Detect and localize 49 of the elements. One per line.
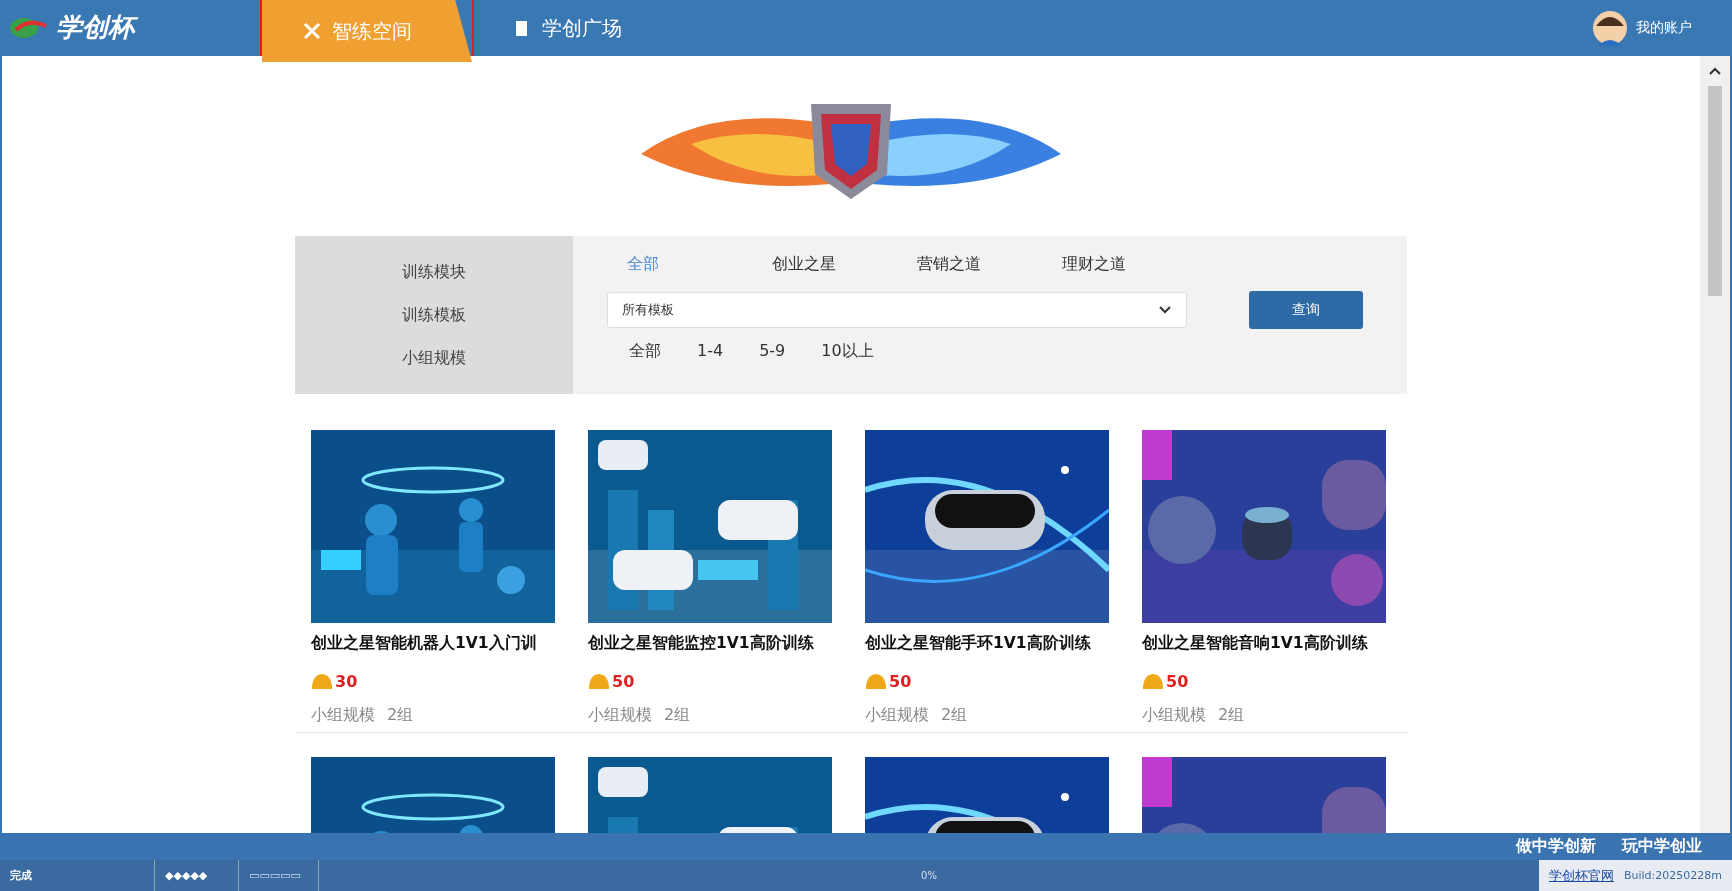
build-text: Build:20250228m xyxy=(1623,869,1723,882)
status-indicator: ▭▭▭▭▭ xyxy=(238,860,318,891)
price: 50 xyxy=(612,672,635,691)
card-title[interactable]: 创业之星智能监控1V1高阶训练 xyxy=(588,633,832,654)
group-label: 小组规模 xyxy=(1142,705,1206,726)
size-option[interactable]: 10以上 xyxy=(821,341,874,362)
account-link[interactable]: 我的账户 xyxy=(1636,19,1692,37)
module-option[interactable]: 理财之道 xyxy=(1062,250,1207,279)
shell-icon xyxy=(865,672,887,691)
slogan: 玩中学创业 xyxy=(1622,836,1702,857)
card-title[interactable]: 创业之星智能音响1V1高阶训练 xyxy=(1142,633,1386,654)
progress-text: 0% xyxy=(318,860,1539,891)
group-label: 小组规模 xyxy=(865,705,929,726)
group-value: 2组 xyxy=(664,705,691,726)
scroll-up-icon[interactable] xyxy=(1709,66,1721,76)
group-label: 小组规模 xyxy=(311,705,375,726)
price: 50 xyxy=(889,672,912,691)
module-option[interactable]: 创业之星 xyxy=(772,250,917,279)
size-option[interactable]: 全部 xyxy=(629,341,661,362)
query-button[interactable]: 查询 xyxy=(1249,291,1363,329)
shell-icon xyxy=(311,672,333,691)
price: 30 xyxy=(335,672,358,691)
avatar-icon xyxy=(1592,10,1628,46)
filter-label: 训练模块 xyxy=(402,261,466,283)
filter-label: 小组规模 xyxy=(402,347,466,369)
price: 50 xyxy=(1166,672,1189,691)
chevron-down-icon xyxy=(1158,305,1172,315)
card-title[interactable]: 创业之星智能机器人1V1入门训 xyxy=(311,633,555,654)
group-value: 2组 xyxy=(387,705,414,726)
status-indicator: ◆◆◆◆◆ xyxy=(154,860,238,891)
shell-icon xyxy=(1142,672,1164,691)
group-label: 小组规模 xyxy=(588,705,652,726)
group-value: 2组 xyxy=(1218,705,1245,726)
logo-text: 学创杯 xyxy=(54,9,142,47)
group-value: 2组 xyxy=(941,705,968,726)
size-option[interactable]: 1-4 xyxy=(697,341,724,362)
scrollbar-thumb[interactable] xyxy=(1708,86,1722,296)
size-option[interactable]: 5-9 xyxy=(759,341,786,362)
filter-label: 训练模板 xyxy=(402,304,466,326)
status-text: 完成 xyxy=(0,860,154,891)
logo-icon xyxy=(8,16,48,40)
slogan: 做中学创新 xyxy=(1516,836,1596,857)
module-option[interactable]: 营销之道 xyxy=(917,250,1062,279)
crossed-tools-icon xyxy=(302,21,322,41)
nav-tab[interactable]: 学创广场 xyxy=(472,0,662,56)
card-title[interactable]: 创业之星智能手环1V1高阶训练 xyxy=(865,633,1109,654)
shell-icon xyxy=(588,672,610,691)
template-dropdown[interactable]: 所有模板 xyxy=(607,292,1187,328)
website-link[interactable]: 学创杯官网 xyxy=(1538,866,1624,885)
